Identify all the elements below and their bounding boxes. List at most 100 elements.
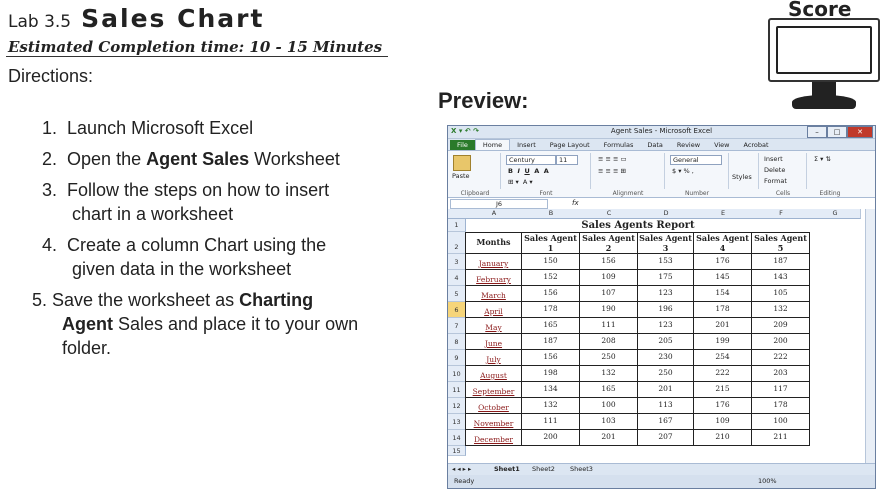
value-cell: 156 xyxy=(580,254,638,270)
row-header-3[interactable]: 3 xyxy=(448,254,466,270)
insert-cells-button[interactable]: Insert xyxy=(764,155,783,163)
sheet-nav-arrows[interactable]: ◂ ◂ ▸ ▸ xyxy=(452,465,471,473)
row-header-8[interactable]: 8 xyxy=(448,334,466,350)
directions-heading: Directions: xyxy=(8,66,94,86)
row-header-14[interactable]: 14 xyxy=(448,430,466,446)
value-cell: 150 xyxy=(522,254,580,270)
column-header-e[interactable]: E xyxy=(694,209,753,219)
font-color-button[interactable]: ⊞ ▾ A ▾ xyxy=(508,178,533,186)
value-cell: 152 xyxy=(522,270,580,286)
styles-button[interactable]: Styles xyxy=(732,173,752,181)
group-alignment: ≡ ≡ ≡ ▭ ≡ ≡ ≡ ⊞ Alignment xyxy=(592,153,665,197)
fx-icon[interactable]: fx xyxy=(572,199,579,207)
month-cell: January xyxy=(466,254,522,270)
value-cell: 201 xyxy=(638,382,694,398)
tab-sheet3[interactable]: Sheet3 xyxy=(570,465,593,473)
tab-sheet1[interactable]: Sheet1 xyxy=(494,465,520,473)
value-cell: 117 xyxy=(752,382,810,398)
tab-formulas[interactable]: Formulas xyxy=(597,140,641,150)
row-header-4[interactable]: 4 xyxy=(448,270,466,286)
column-header-g[interactable]: G xyxy=(810,209,861,219)
value-cell: 111 xyxy=(522,414,580,430)
paste-button[interactable]: Paste xyxy=(452,172,470,180)
vertical-scrollbar[interactable] xyxy=(865,209,875,463)
group-font: Century 11 B I U A A ⊞ ▾ A ▾ Font xyxy=(502,153,591,197)
paste-icon[interactable] xyxy=(453,155,471,171)
value-cell: 154 xyxy=(694,286,752,302)
value-cell: 132 xyxy=(580,366,638,382)
value-cell: 215 xyxy=(694,382,752,398)
row-header-5[interactable]: 5 xyxy=(448,286,466,302)
column-header-a[interactable]: A xyxy=(466,209,523,219)
value-cell: 156 xyxy=(522,350,580,366)
tab-file[interactable]: File xyxy=(450,140,475,150)
maximize-button[interactable]: □ xyxy=(827,126,847,138)
row-header-9[interactable]: 9 xyxy=(448,350,466,366)
column-header-d[interactable]: D xyxy=(638,209,695,219)
row-header-15[interactable]: 15 xyxy=(448,446,466,456)
bold-button[interactable]: B I U A A xyxy=(508,167,549,175)
value-cell: 111 xyxy=(580,318,638,334)
format-cells-button[interactable]: Format xyxy=(764,177,787,185)
close-button[interactable]: ✕ xyxy=(847,126,873,138)
row-header-7[interactable]: 7 xyxy=(448,318,466,334)
currency-button[interactable]: $ ▾ % , xyxy=(672,167,694,175)
month-cell: March xyxy=(466,286,522,302)
value-cell: 250 xyxy=(580,350,638,366)
row-header-13[interactable]: 13 xyxy=(448,414,466,430)
value-cell: 109 xyxy=(580,270,638,286)
value-cell: 201 xyxy=(580,430,638,446)
value-cell: 222 xyxy=(752,350,810,366)
header-cell: Sales Agent 1 xyxy=(522,232,580,254)
tab-insert[interactable]: Insert xyxy=(510,140,543,150)
column-header-f[interactable]: F xyxy=(752,209,811,219)
value-cell: 176 xyxy=(694,398,752,414)
steps-list: 1. Launch Microsoft Excel 2. Open the Ag… xyxy=(32,116,432,367)
column-header-c[interactable]: C xyxy=(580,209,639,219)
row-header-1[interactable]: 1 xyxy=(448,219,466,232)
value-cell: 123 xyxy=(638,318,694,334)
value-cell: 178 xyxy=(694,302,752,318)
status-bar: Ready 100% xyxy=(448,475,875,488)
font-name-select[interactable]: Century xyxy=(506,155,556,165)
tab-view[interactable]: View xyxy=(707,140,736,150)
row-header-2[interactable]: 2 xyxy=(448,232,466,254)
value-cell: 132 xyxy=(752,302,810,318)
month-cell: November xyxy=(466,414,522,430)
zoom-level[interactable]: 100% xyxy=(758,475,777,488)
value-cell: 201 xyxy=(694,318,752,334)
align-buttons-2[interactable]: ≡ ≡ ≡ ⊞ xyxy=(598,167,626,175)
row-header-6[interactable]: 6 xyxy=(448,302,466,318)
number-format-select[interactable]: General xyxy=(670,155,722,165)
row-header-10[interactable]: 10 xyxy=(448,366,466,382)
name-box[interactable]: J6 xyxy=(450,199,548,209)
step-3: 3. Follow the steps on how to insert cha… xyxy=(42,180,330,224)
tab-acrobat[interactable]: Acrobat xyxy=(737,140,776,150)
value-cell: 190 xyxy=(580,302,638,318)
tab-data[interactable]: Data xyxy=(640,140,670,150)
column-header-b[interactable]: B xyxy=(522,209,581,219)
select-all-corner[interactable] xyxy=(448,209,467,219)
row-header-11[interactable]: 11 xyxy=(448,382,466,398)
tab-home[interactable]: Home xyxy=(474,139,511,150)
font-size-select[interactable]: 11 xyxy=(556,155,578,165)
tab-page-layout[interactable]: Page Layout xyxy=(543,140,597,150)
value-cell: 132 xyxy=(522,398,580,414)
delete-cells-button[interactable]: Delete xyxy=(764,166,785,174)
group-editing: Σ ▾ ⇅ Editing xyxy=(814,155,841,197)
worksheet-grid[interactable]: A B C D E F G 1 2 3 4 5 6 7 8 9 10 11 12 13 14 15 Sales Agents… xyxy=(448,209,875,463)
month-cell: October xyxy=(466,398,522,414)
lab-number: Lab 3.5 xyxy=(8,12,72,32)
step-1: 1. Launch Microsoft Excel xyxy=(42,118,254,138)
group-clipboard: Paste Clipboard xyxy=(450,153,501,197)
tab-sheet2[interactable]: Sheet2 xyxy=(532,465,555,473)
tab-review[interactable]: Review xyxy=(670,140,707,150)
header-cell: Sales Agent 2 xyxy=(580,232,638,254)
row-header-12[interactable]: 12 xyxy=(448,398,466,414)
step-4: 4. Create a column Chart using the given… xyxy=(42,235,327,279)
autosum-button[interactable]: Σ ▾ ⇅ xyxy=(814,155,831,163)
value-cell: 175 xyxy=(638,270,694,286)
align-buttons[interactable]: ≡ ≡ ≡ ▭ xyxy=(598,155,627,163)
monitor-icon xyxy=(768,18,880,82)
minimize-button[interactable]: – xyxy=(807,126,827,138)
